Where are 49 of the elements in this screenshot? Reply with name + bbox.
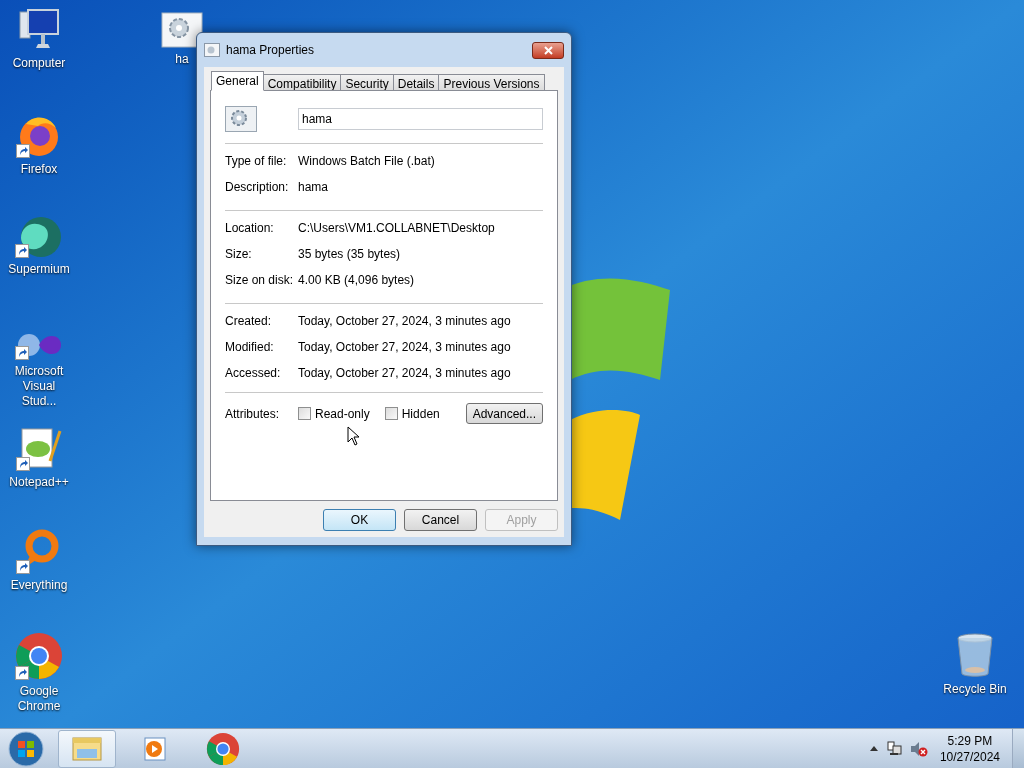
property-value: 4.00 KB (4,096 bytes): [298, 272, 415, 289]
property-label: Type of file:: [225, 153, 288, 170]
close-button[interactable]: [532, 41, 564, 59]
desktop-icon-label[interactable]: Microsoft Visual Stud...: [0, 364, 78, 409]
window-title: hama Properties: [226, 42, 316, 59]
property-label: Description:: [225, 179, 290, 196]
tab[interactable]: General: [211, 71, 264, 91]
folder-icon: [71, 734, 103, 763]
mouse-cursor-icon: [347, 426, 360, 446]
desktop-icon-label[interactable]: Recycle Bin: [939, 682, 1011, 697]
property-label: Created:: [225, 313, 273, 330]
close-icon: [543, 45, 553, 55]
advanced-button[interactable]: Advanced...: [465, 403, 543, 424]
desktop-icon-label[interactable]: Computer: [8, 56, 70, 71]
property-value: Today, October 27, 2024, 3 minutes ago: [298, 365, 511, 382]
property-label: Accessed:: [225, 365, 282, 382]
clock-date: 10/27/2024: [939, 748, 1000, 765]
property-label: Size on disk:: [225, 272, 295, 289]
property-value: Today, October 27, 2024, 3 minutes ago: [298, 339, 511, 356]
property-value: Windows Batch File (.bat): [298, 153, 435, 170]
property-label: Modified:: [225, 339, 275, 356]
chrome-logo-icon: [15, 632, 63, 680]
property-value: hama: [298, 179, 329, 196]
gear-file-icon: [225, 106, 257, 132]
desktop-icon-label[interactable]: Notepad++: [5, 475, 73, 490]
desktop-icon-label[interactable]: Supermium: [4, 262, 74, 277]
dialog-button[interactable]: Cancel: [404, 509, 477, 531]
dialog-button[interactable]: OK: [323, 509, 396, 531]
property-label: Location:: [225, 220, 275, 237]
play-icon: [142, 735, 168, 762]
checkbox[interactable]: Hidden: [384, 404, 440, 423]
property-value: 35 bytes (35 bytes): [298, 246, 401, 263]
file-name-field[interactable]: hama: [298, 108, 543, 130]
clock-time: 5:29 PM: [947, 732, 993, 749]
muted-speaker-icon[interactable]: [909, 740, 928, 757]
property-value: C:\Users\VM1.COLLABNET\Desktop: [298, 220, 495, 237]
network-icon[interactable]: [885, 740, 902, 757]
property-value: Today, October 27, 2024, 3 minutes ago: [298, 313, 511, 330]
up-arrow-icon[interactable]: [869, 746, 878, 751]
checkbox[interactable]: Read-only: [298, 404, 370, 423]
attributes-label: Attributes:: [225, 405, 281, 423]
desktop-icon-label[interactable]: Firefox: [16, 162, 62, 177]
chrome-logo-icon: [206, 731, 240, 766]
property-label: Size:: [225, 246, 253, 263]
windows-orb-icon: [8, 730, 44, 767]
desktop-icon-label[interactable]: Google Chrome: [0, 684, 78, 714]
desktop-icon-label[interactable]: ha: [171, 52, 193, 67]
trash-bin-icon: [955, 632, 995, 678]
desktop-icon-label[interactable]: Everything: [6, 578, 72, 593]
